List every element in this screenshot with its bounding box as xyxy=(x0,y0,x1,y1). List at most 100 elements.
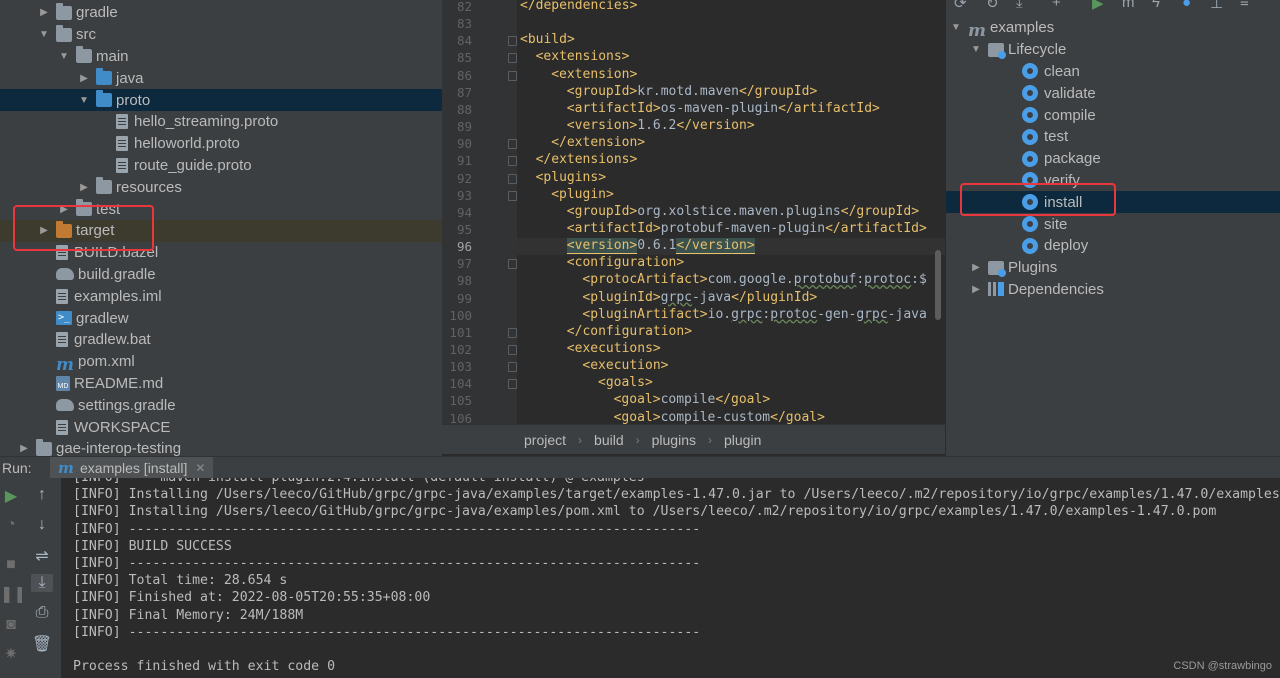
add-icon[interactable]: + xyxy=(1052,0,1061,11)
fold-marker-icon[interactable] xyxy=(508,36,517,47)
expand-arrow-right-icon[interactable]: ▶ xyxy=(970,284,982,295)
tree-item[interactable]: build.gradle xyxy=(0,264,442,286)
tree-item[interactable]: gradlew.bat xyxy=(0,329,442,351)
code-line[interactable]: </configuration> xyxy=(567,324,692,339)
code-line[interactable]: <version>1.6.2</version> xyxy=(567,118,755,133)
maven-tree-item[interactable]: test xyxy=(946,126,1280,148)
expand-arrow-right-icon[interactable]: ▶ xyxy=(18,443,30,454)
tree-item[interactable]: MD README.md xyxy=(0,373,442,395)
tree-item[interactable]: hello_streaming.proto xyxy=(0,111,442,133)
code-line[interactable]: <plugins> xyxy=(536,170,606,185)
fold-marker-icon[interactable] xyxy=(508,156,517,167)
code-line[interactable]: <extension> xyxy=(551,67,637,82)
pause-icon[interactable]: ❚❚ xyxy=(0,584,27,604)
tree-item[interactable]: ▶ gae-interop-testing xyxy=(0,438,442,456)
download-icon[interactable]: ⤓ xyxy=(1016,0,1023,11)
breadcrumb-item[interactable]: plugins xyxy=(652,432,696,448)
code-line[interactable]: <goal>compile-custom</goal> xyxy=(614,410,825,424)
tree-item[interactable]: BUILD.bazel xyxy=(0,242,442,264)
print-icon[interactable]: ⎙ xyxy=(31,604,53,622)
expand-arrow-down-icon[interactable]: ▼ xyxy=(78,95,90,106)
expand-arrow-right-icon[interactable]: ▶ xyxy=(38,225,50,236)
breadcrumb-item[interactable]: project xyxy=(524,432,566,448)
settings-icon[interactable]: ✷ xyxy=(0,644,22,664)
maven-goal-icon[interactable]: m xyxy=(1122,0,1135,11)
maven-tree-item[interactable]: validate xyxy=(946,82,1280,104)
expand-arrow-right-icon[interactable]: ▶ xyxy=(58,204,70,215)
code-line[interactable]: <build> xyxy=(520,32,575,47)
rerun-icon[interactable]: ▶ xyxy=(0,486,22,506)
project-tree[interactable]: ▶ gradle ▼ src ▼ main ▶ java ▼ proto hello_streami… xyxy=(0,0,442,456)
refresh-icon[interactable]: ⟳ xyxy=(954,0,967,12)
fold-marker-icon[interactable] xyxy=(508,259,517,270)
maven-panel[interactable]: ⟳ ↻ ⤓ + ▶ m ϟ ● ⊥ ≡ ▼ m examples ▼ Lifecycle… xyxy=(945,0,1280,456)
tree-item[interactable]: ▼ src xyxy=(0,24,442,46)
maven-tree-item[interactable]: package xyxy=(946,148,1280,170)
maven-tree-item[interactable]: ▶ Plugins xyxy=(946,257,1280,279)
expand-arrow-right-icon[interactable]: ▶ xyxy=(38,7,50,18)
code-line[interactable]: <groupId>kr.motd.maven</groupId> xyxy=(567,84,817,99)
skip-tests-icon[interactable]: ● xyxy=(1182,0,1191,11)
tree-item[interactable]: m pom.xml xyxy=(0,351,442,375)
soft-wrap-icon[interactable]: ⇌ xyxy=(31,546,53,566)
tree-item[interactable]: helloworld.proto xyxy=(0,133,442,155)
toggle-offline-icon[interactable]: ϟ xyxy=(1152,0,1160,11)
expand-arrow-right-icon[interactable]: ▶ xyxy=(970,262,982,273)
maven-tree-item[interactable]: site xyxy=(946,213,1280,235)
code-line[interactable]: <configuration> xyxy=(567,255,684,270)
tree-item[interactable]: ▼ proto xyxy=(0,89,442,111)
run-icon[interactable]: ▶ xyxy=(1092,0,1104,12)
stop-icon[interactable]: ■ xyxy=(0,556,22,574)
expand-arrow-down-icon[interactable]: ▼ xyxy=(970,44,982,55)
maven-tree-item[interactable]: ▶ Dependencies xyxy=(946,279,1280,301)
code-line[interactable]: <artifactId>protobuf-maven-plugin</artif… xyxy=(567,221,927,236)
maven-tree-item[interactable]: deploy xyxy=(946,235,1280,257)
maven-tree-item[interactable]: install xyxy=(946,191,1280,214)
tree-item[interactable]: ▶ target xyxy=(0,220,442,242)
fold-marker-icon[interactable] xyxy=(508,345,517,355)
expand-arrow-right-icon[interactable]: ▶ xyxy=(78,73,90,84)
tree-item[interactable]: ▶ resources xyxy=(0,176,442,198)
tree-item[interactable]: route_guide.proto xyxy=(0,155,442,177)
scroll-up-icon[interactable]: ↑ xyxy=(31,486,53,504)
camera-icon[interactable]: ◙ xyxy=(0,616,22,634)
tree-item[interactable]: examples.iml xyxy=(0,285,442,307)
scroll-down-icon[interactable]: ↓ xyxy=(31,516,53,534)
reimport-icon[interactable]: ↻ xyxy=(986,0,999,12)
fold-marker-icon[interactable] xyxy=(508,362,517,373)
collapse-all-icon[interactable]: ≡ xyxy=(1240,0,1249,11)
show-dependencies-icon[interactable]: ⊥ xyxy=(1210,0,1223,12)
code-line[interactable]: <executions> xyxy=(567,341,661,356)
code-line[interactable]: <goal>compile</goal> xyxy=(614,392,771,407)
code-line[interactable]: <groupId>org.xolstice.maven.plugins</gro… xyxy=(567,204,919,219)
code-line[interactable]: <pluginArtifact>io.grpc:protoc-gen-grpc-… xyxy=(582,307,926,322)
fold-marker-icon[interactable] xyxy=(508,70,517,81)
breadcrumb-item[interactable]: build xyxy=(594,432,624,448)
tree-item[interactable]: settings.gradle xyxy=(0,394,442,416)
maven-tree-item[interactable]: clean xyxy=(946,61,1280,83)
fold-marker-icon[interactable] xyxy=(508,139,517,150)
close-tab-icon[interactable]: ✕ xyxy=(195,461,205,475)
code-line[interactable]: <extensions> xyxy=(536,49,630,64)
tree-item[interactable]: >_ gradlew xyxy=(0,307,442,329)
trash-icon[interactable]: 🗑 xyxy=(31,634,53,654)
code-line[interactable]: <artifactId>os-maven-plugin</artifactId> xyxy=(567,101,880,116)
breadcrumb[interactable]: project › build › plugins › plugin xyxy=(442,424,945,454)
console-output[interactable]: [INFO] --- maven-install-plugin:2.4:inst… xyxy=(62,478,1280,678)
code-line[interactable]: </extension> xyxy=(551,135,645,150)
fold-marker-icon[interactable] xyxy=(508,173,517,184)
code-line[interactable]: <version>0.6.1</version> xyxy=(566,238,755,255)
tree-item[interactable]: WORKSPACE xyxy=(0,416,442,438)
maven-tree-item[interactable]: compile xyxy=(946,104,1280,126)
run-tab-examples-install[interactable]: m examples [install] ✕ xyxy=(50,456,214,479)
expand-arrow-right-icon[interactable]: ▶ xyxy=(78,182,90,193)
tree-item[interactable]: ▶ java xyxy=(0,67,442,89)
tree-item[interactable]: ▶ test xyxy=(0,198,442,220)
code-editor[interactable]: 82 83 84 85 86 87 88 89 90 91 92 93 94 95 96 97 98 99 100 1… xyxy=(442,0,945,424)
maven-tree-item[interactable]: verify xyxy=(946,170,1280,192)
fold-marker-icon[interactable] xyxy=(508,379,517,390)
code-line[interactable]: </dependencies> xyxy=(520,0,637,13)
tree-item[interactable]: ▼ main xyxy=(0,46,442,68)
maven-tree-item[interactable]: ▼ m examples xyxy=(946,17,1280,41)
stop-debug-icon[interactable]: ◔ xyxy=(0,516,22,534)
